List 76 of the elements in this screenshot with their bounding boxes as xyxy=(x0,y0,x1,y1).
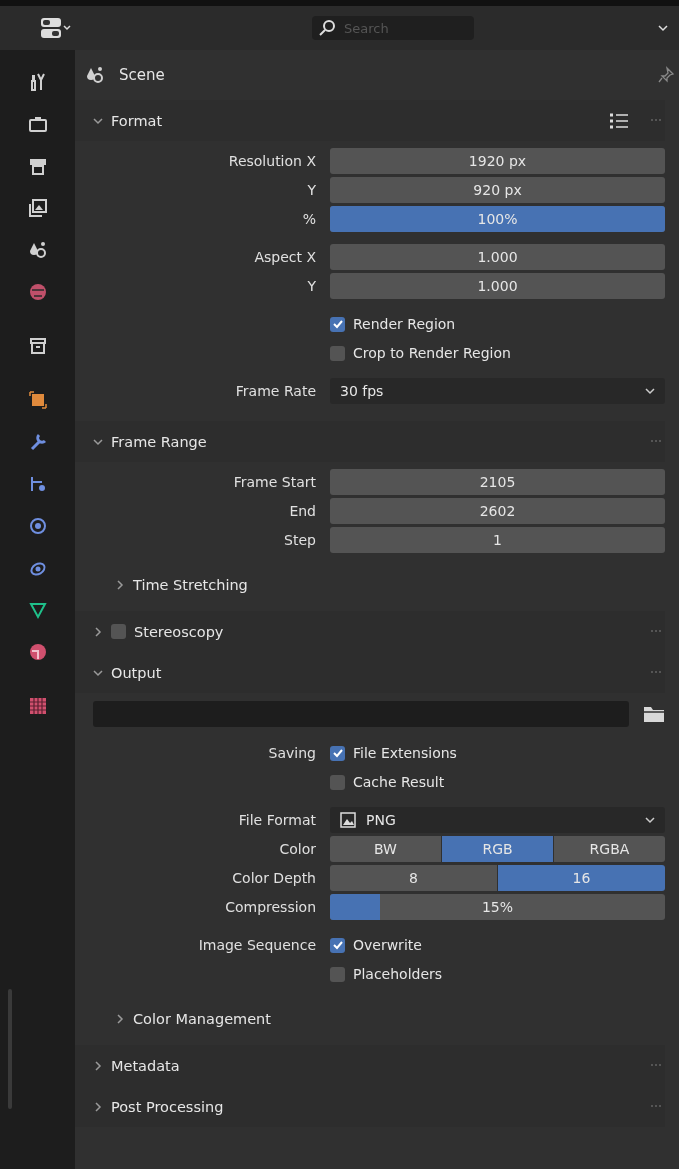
slider-field[interactable]: 15% xyxy=(330,894,665,920)
field-label: Color Depth xyxy=(232,870,316,886)
field-label: Image Sequence xyxy=(198,937,316,953)
caret-icon xyxy=(645,815,655,825)
checkbox-label: Cache Result xyxy=(353,774,445,790)
number-field[interactable]: 1.000 xyxy=(330,244,665,270)
chevron-down-icon xyxy=(93,115,103,126)
chevron-right-icon xyxy=(115,1013,125,1024)
checkbox[interactable] xyxy=(111,624,126,639)
scene-icon xyxy=(85,65,105,85)
field-label: Saving xyxy=(268,745,316,761)
number-field[interactable]: 2105 xyxy=(330,469,665,495)
field-label: End xyxy=(289,503,316,519)
option-button[interactable]: RGBA xyxy=(554,836,665,862)
field-label: File Format xyxy=(238,812,316,828)
checkbox-label: Overwrite xyxy=(353,937,422,953)
chevron-down-icon xyxy=(93,436,103,447)
checkbox[interactable] xyxy=(330,745,345,761)
caret-icon xyxy=(645,386,655,396)
option-button[interactable]: BW xyxy=(330,836,441,862)
caret-icon[interactable] xyxy=(657,23,669,33)
checkbox-label: Render Region xyxy=(353,316,456,332)
checkbox[interactable] xyxy=(330,937,345,953)
list-icon[interactable] xyxy=(609,111,629,130)
editor-type-icon[interactable] xyxy=(40,17,72,39)
field-label: % xyxy=(302,211,316,227)
pin-icon[interactable] xyxy=(657,66,675,84)
option-button[interactable]: 8 xyxy=(330,865,497,891)
option-button[interactable]: RGB xyxy=(442,836,553,862)
field-label: Y xyxy=(307,278,316,294)
image-icon xyxy=(340,812,356,828)
folder-icon[interactable] xyxy=(643,705,665,723)
globe-icon[interactable] xyxy=(27,282,48,302)
field-label: Compression xyxy=(225,899,316,915)
box-icon[interactable] xyxy=(27,336,48,356)
field-label: Step xyxy=(284,532,316,548)
slider-field[interactable]: 100% xyxy=(330,206,665,232)
number-field[interactable]: 2602 xyxy=(330,498,665,524)
dropdown[interactable]: 30 fps xyxy=(330,378,665,404)
number-field[interactable]: 1 xyxy=(330,527,665,553)
scene-icon[interactable] xyxy=(27,240,48,260)
search-icon xyxy=(318,19,336,37)
field-label: Aspect X xyxy=(254,249,316,265)
chevron-right-icon xyxy=(93,1101,103,1112)
printer-icon[interactable] xyxy=(27,156,48,176)
camera-icon[interactable] xyxy=(27,114,48,134)
dropdown[interactable]: PNG xyxy=(330,807,665,833)
chevron-right-icon xyxy=(115,579,125,590)
chevron-down-icon xyxy=(93,667,103,678)
field-label: Frame Start xyxy=(233,474,316,490)
checker-icon[interactable] xyxy=(27,696,48,716)
field-label: Y xyxy=(307,182,316,198)
checkbox[interactable] xyxy=(330,966,345,982)
image-stack-icon[interactable] xyxy=(27,198,48,218)
subpanel-header[interactable]: Time Stretching xyxy=(75,564,665,605)
checkbox[interactable] xyxy=(330,345,345,361)
number-field[interactable]: 1.000 xyxy=(330,273,665,299)
chevron-right-icon xyxy=(93,626,103,637)
sphere-icon[interactable] xyxy=(27,642,48,662)
checkbox[interactable] xyxy=(330,316,345,332)
square-icon[interactable] xyxy=(27,390,48,410)
checkbox-label: Crop to Render Region xyxy=(353,345,511,361)
checkbox-label: Placeholders xyxy=(353,966,443,982)
number-field[interactable]: 920 px xyxy=(330,177,665,203)
checkbox[interactable] xyxy=(330,774,345,790)
field-label: Frame Rate xyxy=(235,383,316,399)
number-field[interactable]: 1920 px xyxy=(330,148,665,174)
field-label: Resolution X xyxy=(228,153,316,169)
option-button[interactable]: 16 xyxy=(498,865,665,891)
orbit-icon[interactable] xyxy=(27,516,48,536)
subpanel-header[interactable]: Color Management xyxy=(75,998,665,1039)
triangle-icon[interactable] xyxy=(27,600,48,620)
checkbox-label: File Extensions xyxy=(353,745,457,761)
chevron-right-icon xyxy=(93,1060,103,1071)
context-title: Scene xyxy=(119,66,165,84)
field-label: Color xyxy=(279,841,316,857)
